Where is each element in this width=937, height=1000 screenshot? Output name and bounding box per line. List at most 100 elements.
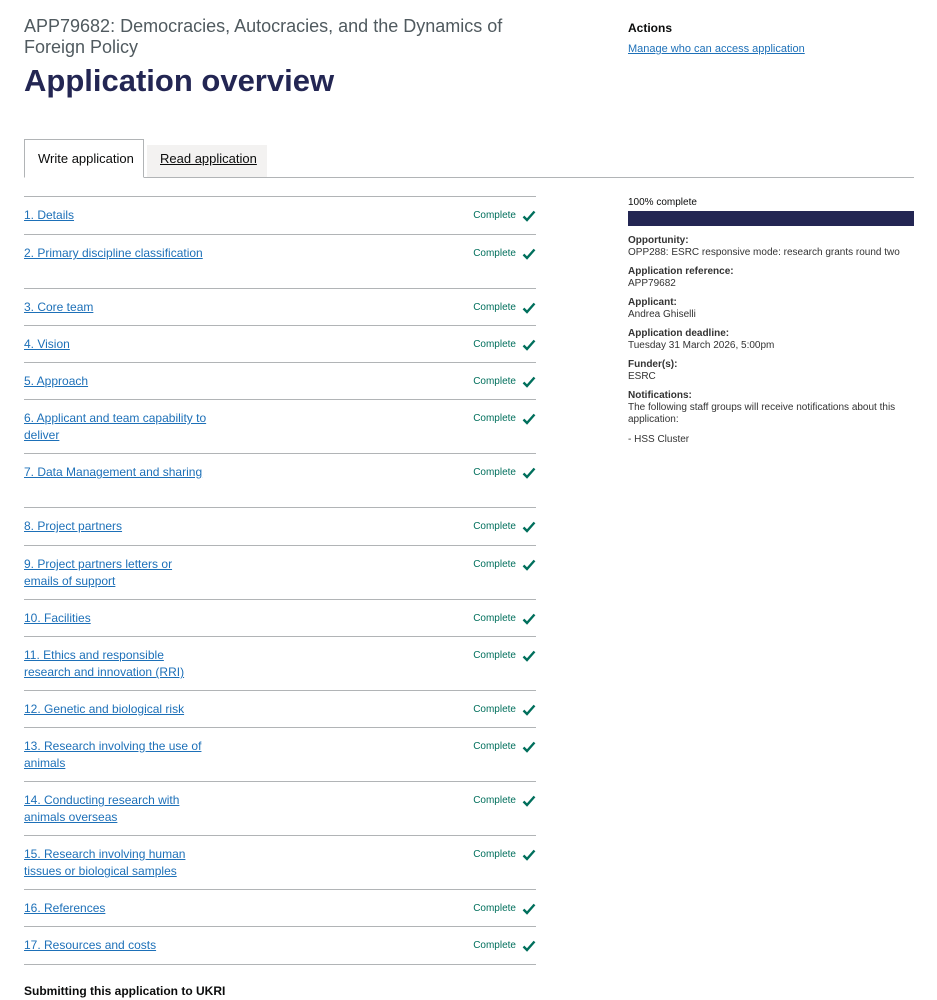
tab-write-application[interactable]: Write application xyxy=(24,139,144,178)
task-link-animals[interactable]: 13. Research involving the use of animal… xyxy=(24,738,209,772)
check-icon xyxy=(522,650,536,662)
status-complete: Complete xyxy=(473,210,516,221)
task-row: 17. Resources and costs Complete xyxy=(24,927,536,965)
task-row: 16. References Complete xyxy=(24,890,536,927)
task-row: 5. Approach Complete xyxy=(24,363,536,400)
check-icon xyxy=(522,210,536,222)
check-icon xyxy=(522,613,536,625)
status-complete: Complete xyxy=(473,741,516,752)
opportunity-label: Opportunity: xyxy=(628,235,689,246)
check-icon xyxy=(522,704,536,716)
check-icon xyxy=(522,467,536,479)
check-icon xyxy=(522,559,536,571)
task-row: 13. Research involving the use of animal… xyxy=(24,728,536,782)
check-icon xyxy=(522,339,536,351)
task-link-project-partners[interactable]: 8. Project partners xyxy=(24,518,209,535)
page-header: APP79682: Democracies, Autocracies, and … xyxy=(24,16,544,98)
check-icon xyxy=(522,248,536,260)
page-title: Application overview xyxy=(24,63,335,98)
task-row: 2. Primary discipline classification Com… xyxy=(24,235,536,289)
application-reference: Application reference: APP79682 xyxy=(628,266,914,290)
status-complete: Complete xyxy=(473,849,516,860)
task-link-primary-discipline[interactable]: 2. Primary discipline classification xyxy=(24,245,209,262)
status-complete: Complete xyxy=(473,521,516,532)
status-complete: Complete xyxy=(473,467,516,478)
status-complete: Complete xyxy=(473,413,516,424)
progress-label: 100% complete xyxy=(628,197,697,208)
task-row: 7. Data Management and sharing Complete xyxy=(24,454,536,508)
deadline-value: Tuesday 31 March 2026, 5:00pm xyxy=(628,340,775,351)
task-link-capability[interactable]: 6. Applicant and team capability to deli… xyxy=(24,410,209,444)
status-complete: Complete xyxy=(473,613,516,624)
task-row: 11. Ethics and responsible research and … xyxy=(24,637,536,691)
check-icon xyxy=(522,302,536,314)
task-link-human-tissues[interactable]: 15. Research involving human tissues or … xyxy=(24,846,209,880)
status-complete: Complete xyxy=(473,650,516,661)
submit-heading: Submitting this application to UKRI xyxy=(24,984,226,998)
check-icon xyxy=(522,940,536,952)
application-summary: 100% complete Opportunity: OPP288: ESRC … xyxy=(628,197,914,453)
status-complete: Complete xyxy=(473,339,516,350)
status-complete: Complete xyxy=(473,248,516,259)
check-icon xyxy=(522,795,536,807)
applicant-label: Applicant: xyxy=(628,297,677,308)
actions-panel: Actions Manage who can access applicatio… xyxy=(628,21,918,57)
applicant-value: Andrea Ghiselli xyxy=(628,309,696,320)
tab-bar: Write application Read application xyxy=(24,139,914,178)
check-icon xyxy=(522,376,536,388)
funder-label: Funder(s): xyxy=(628,359,678,370)
actions-heading: Actions xyxy=(628,21,673,35)
notifications-value: The following staff groups will receive … xyxy=(628,402,896,425)
opportunity-value: OPP288: ESRC responsive mode: research g… xyxy=(628,247,900,258)
task-row: 14. Conducting research with animals ove… xyxy=(24,782,536,836)
notifications: Notifications: The following staff group… xyxy=(628,390,914,446)
application-title: APP79682: Democracies, Autocracies, and … xyxy=(24,16,503,57)
task-row: 8. Project partners Complete xyxy=(24,508,536,546)
reference-value: APP79682 xyxy=(628,278,676,289)
check-icon xyxy=(522,521,536,533)
task-row: 15. Research involving human tissues or … xyxy=(24,836,536,890)
applicant: Applicant: Andrea Ghiselli xyxy=(628,297,914,321)
task-row: 12. Genetic and biological risk Complete xyxy=(24,691,536,728)
task-link-details[interactable]: 1. Details xyxy=(24,207,209,224)
status-complete: Complete xyxy=(473,559,516,570)
tab-read-application[interactable]: Read application xyxy=(147,145,267,177)
task-link-resources-costs[interactable]: 17. Resources and costs xyxy=(24,937,209,954)
funder-value: ESRC xyxy=(628,371,656,382)
task-link-animals-overseas[interactable]: 14. Conducting research with animals ove… xyxy=(24,792,209,826)
task-list: 1. Details Complete 2. Primary disciplin… xyxy=(24,196,536,965)
deadline-label: Application deadline: xyxy=(628,328,730,339)
manage-access-link[interactable]: Manage who can access application xyxy=(628,43,805,55)
check-icon xyxy=(522,903,536,915)
progress-fill xyxy=(628,211,914,226)
reference-label: Application reference: xyxy=(628,266,734,277)
check-icon xyxy=(522,849,536,861)
task-link-ethics[interactable]: 11. Ethics and responsible research and … xyxy=(24,647,209,681)
task-link-data-management[interactable]: 7. Data Management and sharing xyxy=(24,464,209,481)
check-icon xyxy=(522,413,536,425)
task-row: 1. Details Complete xyxy=(24,197,536,235)
progress-bar xyxy=(628,211,914,226)
task-row: 4. Vision Complete xyxy=(24,326,536,363)
task-row: 10. Facilities Complete xyxy=(24,600,536,637)
task-link-partner-letters[interactable]: 9. Project partners letters or emails of… xyxy=(24,556,209,590)
task-link-vision[interactable]: 4. Vision xyxy=(24,336,209,353)
status-complete: Complete xyxy=(473,376,516,387)
status-complete: Complete xyxy=(473,795,516,806)
task-link-genetic-risk[interactable]: 12. Genetic and biological risk xyxy=(24,701,209,718)
application-deadline: Application deadline: Tuesday 31 March 2… xyxy=(628,328,914,352)
task-row: 3. Core team Complete xyxy=(24,289,536,326)
task-link-references[interactable]: 16. References xyxy=(24,900,209,917)
opportunity: Opportunity: OPP288: ESRC responsive mod… xyxy=(628,235,914,259)
task-row: 9. Project partners letters or emails of… xyxy=(24,546,536,600)
notifications-label: Notifications: xyxy=(628,390,692,401)
task-row: 6. Applicant and team capability to deli… xyxy=(24,400,536,454)
task-link-approach[interactable]: 5. Approach xyxy=(24,373,209,390)
task-link-core-team[interactable]: 3. Core team xyxy=(24,299,209,316)
status-complete: Complete xyxy=(473,302,516,313)
status-complete: Complete xyxy=(473,903,516,914)
task-link-facilities[interactable]: 10. Facilities xyxy=(24,610,209,627)
notifications-group: - HSS Cluster xyxy=(628,434,690,445)
check-icon xyxy=(522,741,536,753)
funders: Funder(s): ESRC xyxy=(628,359,914,383)
